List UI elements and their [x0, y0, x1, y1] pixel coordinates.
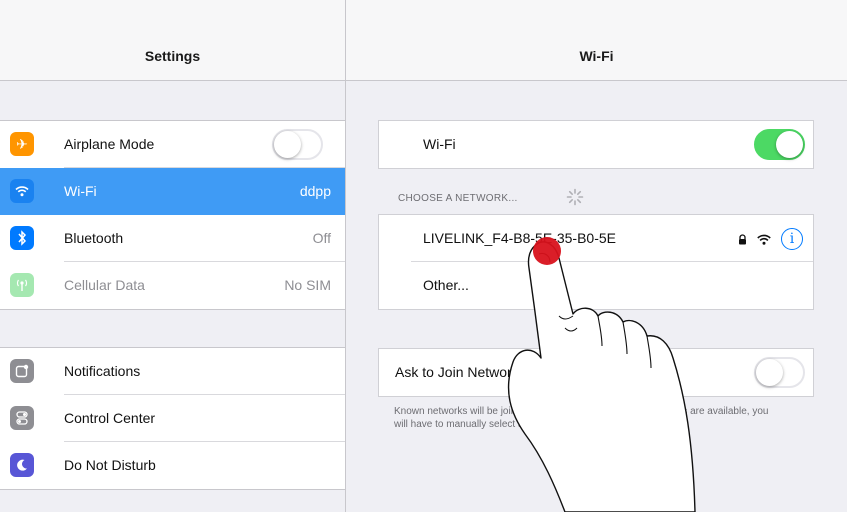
wifi-label: Wi-Fi — [423, 136, 456, 152]
cellular-value: No SIM — [284, 277, 331, 293]
wifi-title: Wi-Fi — [579, 48, 614, 64]
sidebar-item-airplane-mode[interactable]: ✈ Airplane Mode — [0, 121, 345, 168]
settings-title: Settings — [144, 48, 201, 64]
airplane-mode-toggle[interactable] — [272, 129, 323, 160]
choose-network-header: CHOOSE A NETWORK... — [398, 193, 518, 204]
sidebar-item-label: Cellular Data — [64, 277, 145, 293]
settings-sidebar: Settings ✈ Airplane Mode Wi-Fi ddpp Blue… — [0, 0, 345, 512]
antenna-icon — [10, 273, 34, 297]
sidebar-item-label: Bluetooth — [64, 230, 124, 246]
sidebar-item-cellular-data[interactable]: Cellular Data No SIM — [0, 262, 345, 309]
wifi-signal-icon — [757, 234, 771, 245]
ask-to-join-toggle[interactable] — [754, 357, 805, 388]
wifi-navbar: Wi-Fi — [346, 0, 847, 81]
bluetooth-icon — [10, 226, 34, 250]
settings-navbar: Settings — [0, 0, 345, 81]
wifi-network-value: ddpp — [299, 183, 331, 199]
sidebar-item-label: Airplane Mode — [64, 136, 155, 152]
notifications-icon — [10, 359, 34, 383]
wifi-row: Wi-Fi — [379, 121, 813, 168]
network-info-button[interactable]: i — [781, 228, 803, 250]
wifi-toggle[interactable] — [754, 129, 805, 160]
bluetooth-value: Off — [312, 230, 331, 246]
sidebar-item-label: Control Center — [64, 410, 156, 426]
sidebar-item-notifications[interactable]: Notifications — [0, 348, 345, 395]
sidebar-item-wifi[interactable]: Wi-Fi ddpp — [0, 168, 345, 215]
wifi-toggle-card: Wi-Fi — [378, 120, 814, 169]
tap-indicator — [533, 237, 561, 265]
settings-group-system: Notifications Control Center Do Not Dist… — [0, 347, 345, 490]
sidebar-item-control-center[interactable]: Control Center — [0, 395, 345, 442]
settings-group-connectivity: ✈ Airplane Mode Wi-Fi ddpp Bluetooth Off — [0, 120, 345, 310]
loading-spinner-icon — [566, 188, 584, 206]
sidebar-item-do-not-disturb[interactable]: Do Not Disturb — [0, 442, 345, 489]
moon-icon — [10, 453, 34, 477]
lock-icon — [739, 233, 746, 244]
sidebar-item-label: Wi-Fi — [64, 183, 97, 199]
pointing-hand-icon — [507, 241, 696, 512]
wifi-icon — [10, 179, 34, 203]
sidebar-item-bluetooth[interactable]: Bluetooth Off — [0, 215, 345, 262]
sidebar-item-label: Do Not Disturb — [64, 457, 156, 473]
airplane-icon: ✈ — [10, 132, 34, 156]
control-center-icon — [10, 406, 34, 430]
ipad-screen: Settings ✈ Airplane Mode Wi-Fi ddpp Blue… — [0, 0, 847, 512]
sidebar-item-label: Notifications — [64, 363, 141, 379]
